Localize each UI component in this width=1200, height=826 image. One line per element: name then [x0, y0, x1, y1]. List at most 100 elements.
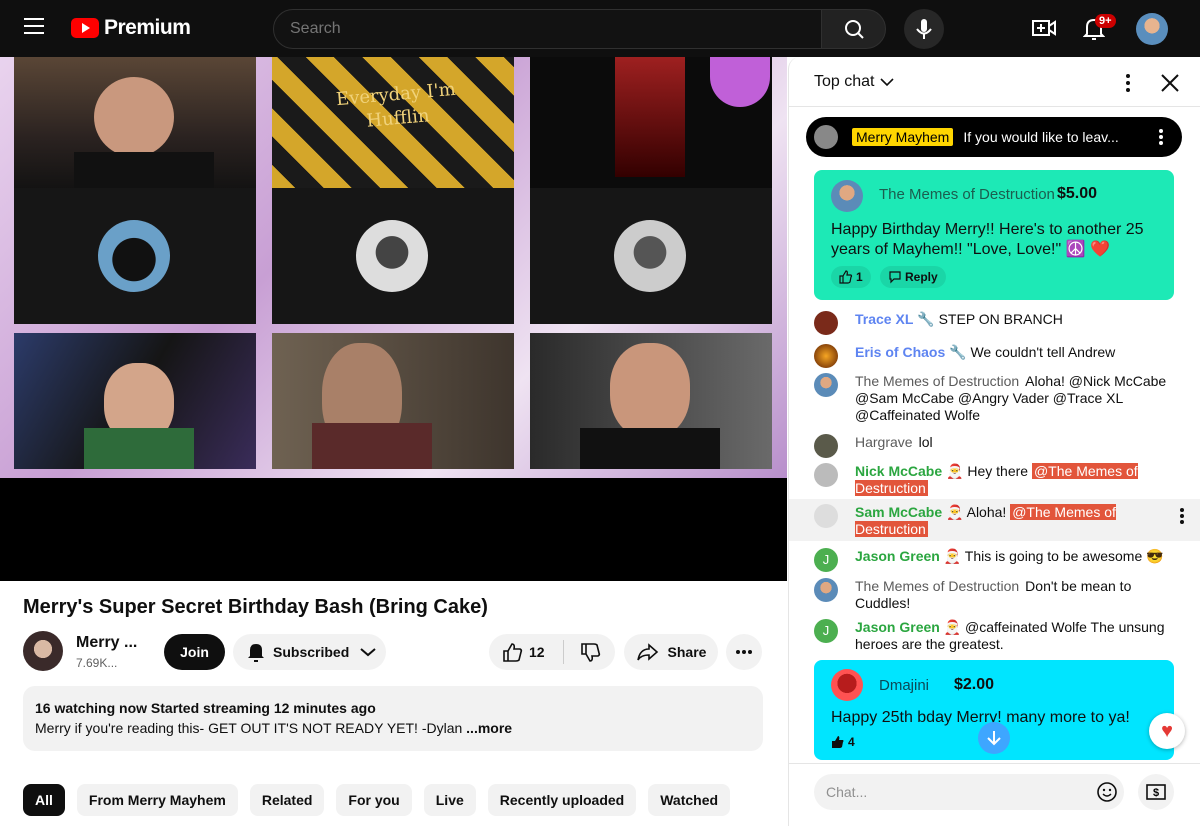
participant-avatar	[98, 220, 170, 292]
more-vertical-icon[interactable]	[1123, 73, 1133, 93]
subscribed-button[interactable]: Subscribed	[233, 634, 386, 670]
description-line: Merry if you're reading this- GET OUT IT…	[35, 718, 751, 738]
like-dislike-group: 12	[489, 634, 615, 670]
thumbs-up-icon	[503, 643, 523, 662]
heart-reaction-icon[interactable]: ♥	[1149, 713, 1185, 749]
share-label: Share	[667, 644, 707, 660]
chat-author[interactable]: Trace XL	[855, 311, 913, 327]
chat-author[interactable]: Sam McCabe	[855, 504, 942, 520]
chat-author[interactable]: Hargrave	[855, 434, 913, 450]
chat-author[interactable]: The Memes of Destruction	[855, 373, 1019, 389]
chip-from-channel[interactable]: From Merry Mayhem	[76, 784, 238, 816]
chip-watched[interactable]: Watched	[648, 784, 731, 816]
chat-text: We couldn't tell Andrew	[970, 344, 1116, 360]
avatar	[814, 311, 838, 335]
video-title: Merry's Super Secret Birthday Bash (Brin…	[23, 596, 488, 618]
dollar-icon: $	[1146, 784, 1166, 800]
chat-text: Aloha!	[966, 504, 1007, 520]
participant-tile	[272, 333, 514, 469]
superchat-text: Happy Birthday Merry!! Here's to another…	[831, 221, 1144, 258]
pinned-message[interactable]: Merry Mayhem If you would like to leav..…	[806, 117, 1182, 157]
description-stats: 16 watching now Started streaming 12 min…	[35, 700, 376, 716]
video-grid: Everyday I'm Hufflin	[0, 57, 787, 478]
create-video-icon[interactable]	[1031, 17, 1057, 39]
description-box[interactable]: 16 watching now Started streaming 12 min…	[23, 686, 763, 751]
thumbs-down-icon	[580, 643, 600, 662]
chat-author[interactable]: Jason Green	[855, 619, 940, 635]
superchat-author: Dmajini	[879, 677, 930, 694]
participant-tile	[14, 57, 256, 193]
youtube-logo[interactable]: Premium	[71, 16, 191, 40]
avatar	[831, 180, 863, 212]
chip-all[interactable]: All	[23, 784, 65, 816]
like-button[interactable]: 12	[489, 634, 563, 670]
menu-icon[interactable]	[24, 18, 44, 34]
channel-avatar[interactable]	[23, 631, 63, 671]
chip-related[interactable]: Related	[249, 784, 325, 816]
avatar	[814, 578, 838, 602]
superchat-amount: $5.00	[1057, 185, 1098, 202]
chat-message: Trace XL 🔧 STEP ON BRANCH	[814, 311, 1174, 335]
close-icon[interactable]	[1160, 73, 1180, 93]
scroll-to-bottom-button[interactable]	[978, 722, 1010, 754]
chat-input[interactable]: Chat...	[814, 774, 1124, 810]
like-count: 12	[529, 644, 545, 660]
chat-text: STEP ON BRANCH	[938, 311, 1063, 327]
more-vertical-icon[interactable]	[1179, 507, 1185, 525]
emoji-icon[interactable]	[1096, 781, 1118, 803]
chat-mode-label: Top chat	[814, 73, 875, 90]
chat-message: J Jason Green 🎅 @caffeinated Wolfe The u…	[814, 619, 1174, 653]
voice-search-button[interactable]	[904, 9, 944, 49]
chat-message: The Memes of Destruction Aloha! @Nick McC…	[814, 373, 1174, 424]
video-player[interactable]: Everyday I'm Hufflin	[0, 57, 787, 581]
search-input[interactable]	[273, 9, 822, 49]
chevron-down-icon	[360, 648, 376, 657]
like-button[interactable]: 1	[831, 266, 871, 288]
notification-count-badge: 9+	[1095, 14, 1116, 28]
participant-avatar	[356, 220, 428, 292]
avatar	[814, 125, 838, 149]
chat-author[interactable]: Jason Green	[855, 548, 940, 564]
participant-tile	[530, 333, 772, 469]
dislike-button[interactable]	[564, 634, 615, 670]
top-bar: Premium 9+	[0, 0, 1200, 57]
participant-tile	[14, 188, 256, 324]
channel-name[interactable]: Merry ...	[76, 634, 137, 652]
chip-recently-uploaded[interactable]: Recently uploaded	[487, 784, 637, 816]
avatar: J	[814, 619, 838, 643]
description-more-link[interactable]: ...more	[466, 720, 512, 736]
chat-author[interactable]: The Memes of Destruction	[855, 578, 1019, 594]
more-vertical-icon[interactable]	[1158, 128, 1164, 146]
participant-avatar	[614, 220, 686, 292]
search-button[interactable]	[821, 9, 886, 49]
chat-message: Hargrave lol	[814, 434, 1174, 458]
microphone-icon	[916, 19, 932, 39]
superchat-author: The Memes of Destruction	[879, 186, 1055, 203]
thumbs-up-icon	[839, 270, 853, 284]
reply-button[interactable]: Reply	[880, 266, 946, 288]
chat-text: lol	[918, 434, 933, 450]
share-button[interactable]: Share	[624, 634, 718, 670]
subscriber-count: 7.69K...	[76, 656, 118, 670]
more-actions-button[interactable]	[726, 634, 762, 670]
join-button[interactable]: Join	[164, 634, 225, 670]
thumbs-up-icon	[832, 736, 844, 748]
chat-input-placeholder: Chat...	[826, 784, 868, 800]
reply-icon	[889, 271, 901, 284]
chat-mode-dropdown[interactable]: Top chat	[814, 73, 896, 91]
chip-for-you[interactable]: For you	[336, 784, 412, 816]
like-button[interactable]: 4	[831, 732, 855, 752]
chip-live[interactable]: Live	[423, 784, 476, 816]
avatar	[814, 344, 838, 368]
user-avatar[interactable]	[1136, 13, 1168, 45]
chat-author[interactable]: Eris of Chaos	[855, 344, 945, 360]
avatar	[814, 434, 838, 458]
chat-header: Top chat	[789, 57, 1200, 107]
chat-message: Nick McCabe 🎅 Hey there @The Memes of De…	[814, 463, 1174, 497]
avatar	[814, 463, 838, 487]
chat-author[interactable]: Nick McCabe	[855, 463, 942, 479]
participant-face	[94, 77, 174, 157]
super-chat-button[interactable]: $	[1138, 774, 1174, 810]
participant-tile	[14, 333, 256, 469]
filter-chips: All From Merry Mayhem Related For you Li…	[23, 784, 731, 816]
